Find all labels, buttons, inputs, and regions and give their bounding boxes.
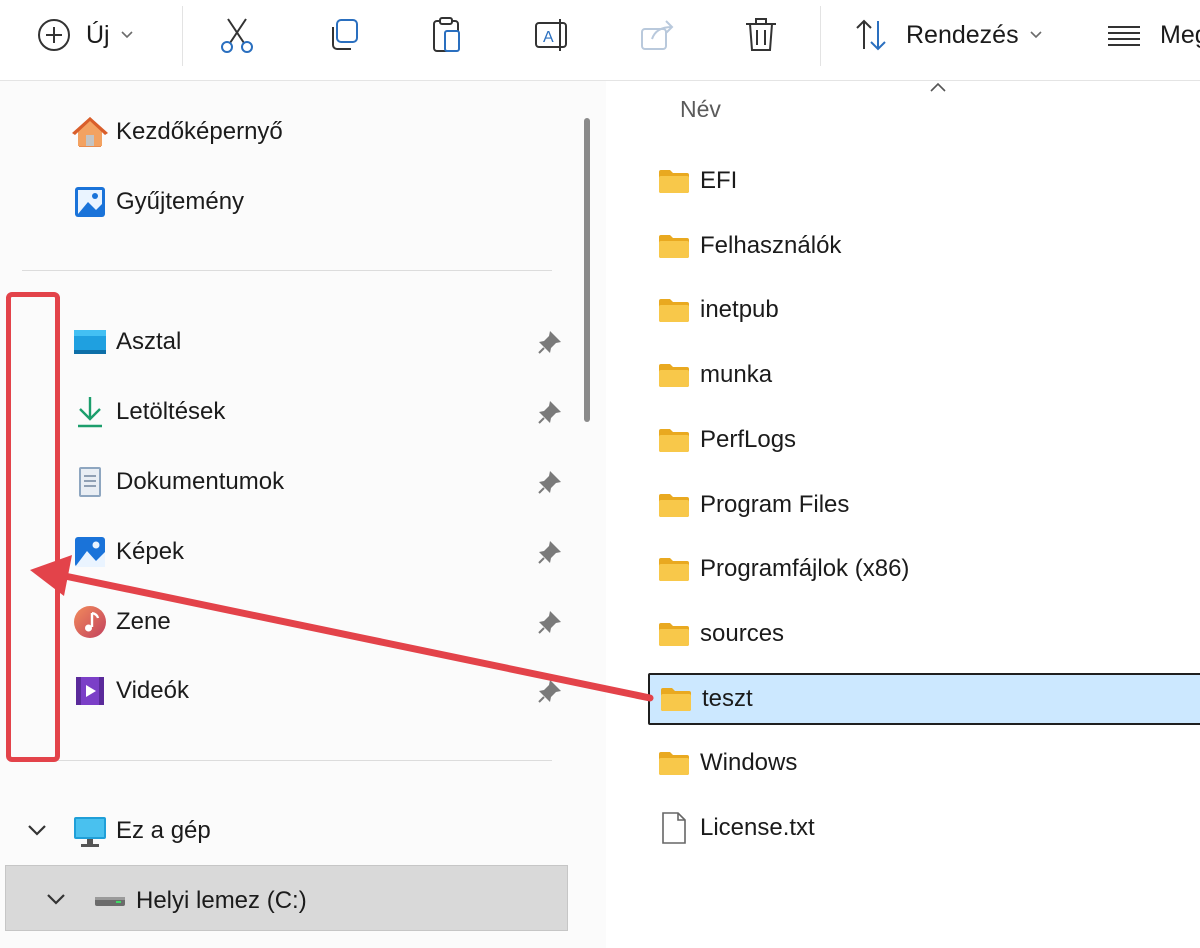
- annotation-arrow: [30, 555, 654, 702]
